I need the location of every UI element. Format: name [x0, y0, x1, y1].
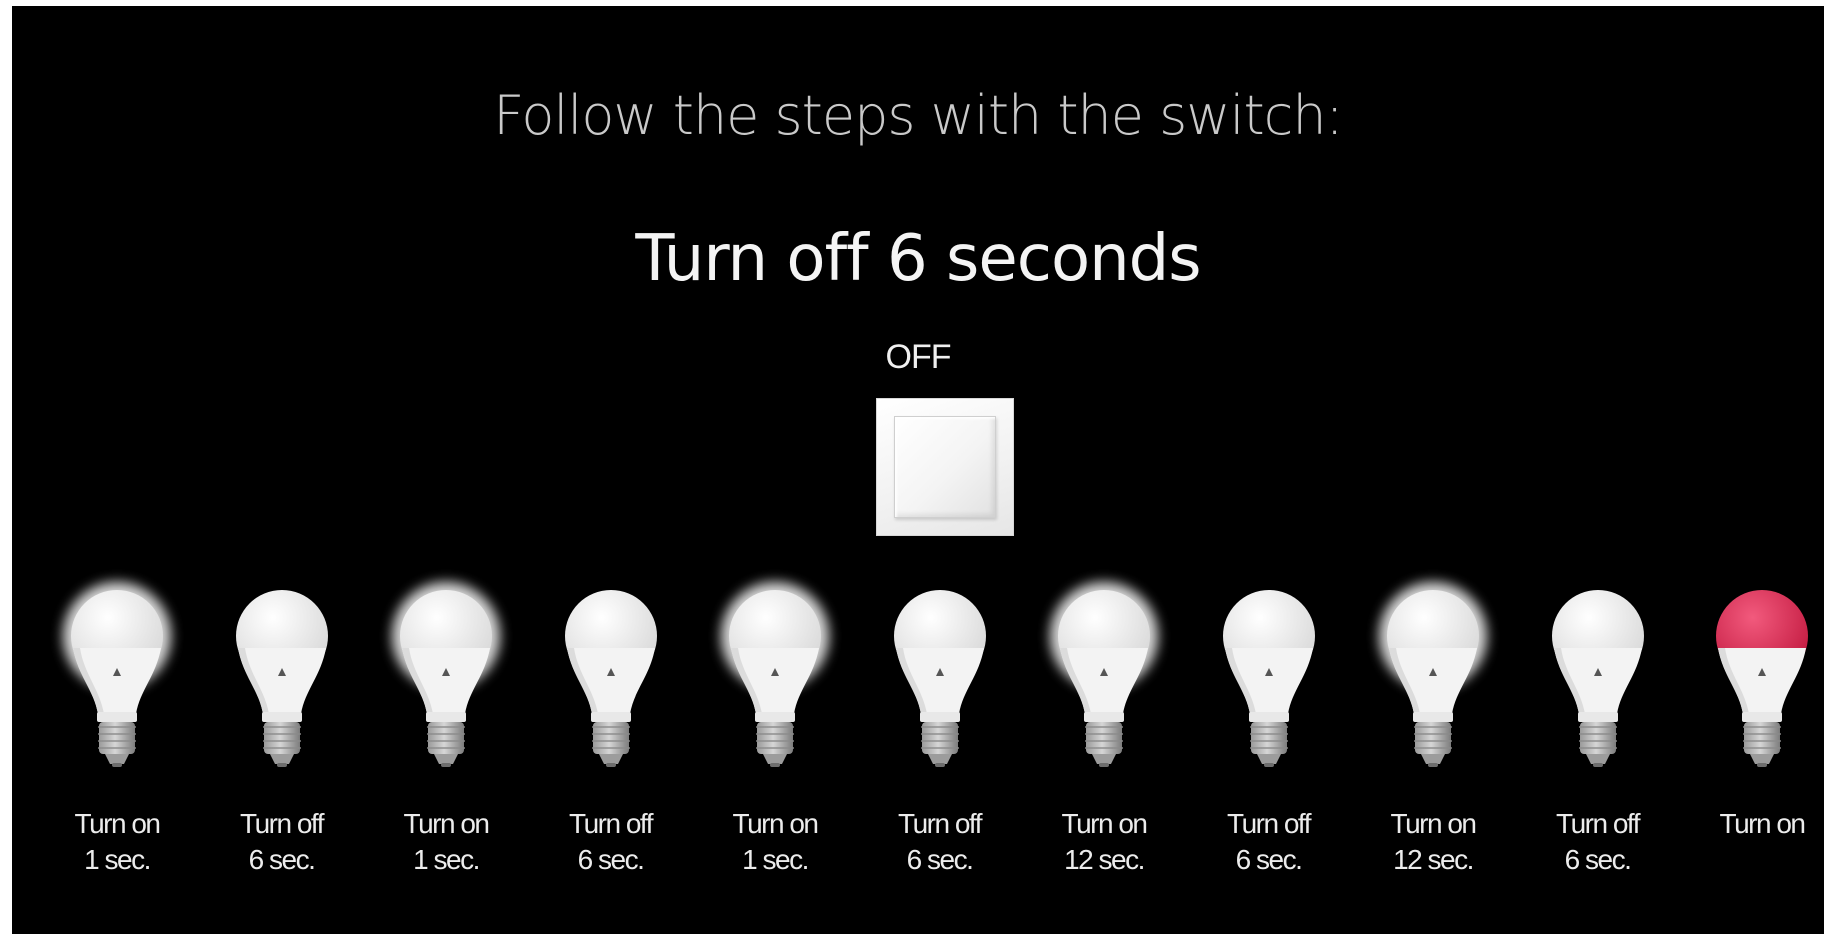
- step-action: Turn on: [732, 808, 819, 839]
- bulb-icon: [1222, 590, 1315, 767]
- bulb-icon: [1551, 590, 1644, 767]
- step-action: Turn off: [240, 808, 324, 839]
- instruction-screen: Follow the steps with the switch: Turn o…: [12, 6, 1824, 934]
- light-switch[interactable]: [876, 398, 1014, 536]
- bulb-icon: [1379, 582, 1487, 767]
- bulb-sequence: Turn on 1 sec. Turn off 6 sec. Turn on 1 sec.…: [12, 582, 1824, 886]
- bulb-step: Turn on 1 sec.: [42, 582, 192, 886]
- step-action: Turn on: [403, 808, 490, 839]
- bulb-step: Turn off 6 sec.: [207, 586, 357, 886]
- step-duration: 6 sec.: [906, 844, 974, 875]
- step-action: Turn off: [1556, 808, 1640, 839]
- step-action: Turn on: [1390, 808, 1477, 839]
- step-label: Turn off 6 sec.: [1184, 806, 1354, 878]
- step-label: Turn on 1 sec.: [361, 806, 531, 878]
- step-label: Turn off 6 sec.: [1513, 806, 1683, 878]
- step-action: Turn off: [569, 808, 653, 839]
- bulb-icon: [721, 582, 829, 767]
- step-duration: 6 sec.: [577, 844, 645, 875]
- step-duration: 6 sec.: [1235, 844, 1303, 875]
- step-duration: 1 sec.: [84, 844, 151, 875]
- bulb-step: Turn on 12 sec.: [1358, 582, 1508, 886]
- bulb-icon: [392, 582, 500, 767]
- switch-rocker[interactable]: [894, 416, 996, 518]
- switch-state-label: OFF: [885, 338, 952, 376]
- bulb-icon: [893, 590, 986, 767]
- step-action: Turn on: [1061, 808, 1148, 839]
- instruction-heading: Follow the steps with the switch:: [493, 84, 1344, 147]
- bulb-icon: [235, 590, 328, 767]
- step-duration: 1 sec.: [742, 844, 809, 875]
- step-duration: 1 sec.: [413, 844, 480, 875]
- step-label: Turn on 1 sec.: [690, 806, 860, 878]
- step-duration: 12 sec.: [1393, 844, 1474, 875]
- bulb-step: Turn on 12 sec.: [1029, 582, 1179, 886]
- bulb-icon: [564, 590, 657, 767]
- step-duration: 6 sec.: [248, 844, 316, 875]
- step-action: Turn off: [1227, 808, 1311, 839]
- step-label: Turn on 12 sec.: [1348, 806, 1518, 878]
- bulb-step: Turn on 1 sec.: [371, 582, 521, 886]
- step-action: Turn on: [74, 808, 161, 839]
- red-bulb-icon: [1716, 590, 1808, 767]
- step-label: Turn on 12 sec.: [1019, 806, 1189, 878]
- bulb-step: Turn off 6 sec.: [1194, 586, 1344, 886]
- bulb-step: Turn off 6 sec.: [1523, 586, 1673, 886]
- step-action: Turn off: [898, 808, 982, 839]
- bulb-step: Turn off 6 sec.: [865, 586, 1015, 886]
- bulb-icon: [1050, 582, 1158, 767]
- step-duration: 6 sec.: [1564, 844, 1632, 875]
- step-label: Turn off 6 sec.: [526, 806, 696, 878]
- current-step-title: Turn off 6 seconds: [635, 222, 1201, 296]
- step-duration: 12 sec.: [1064, 844, 1145, 875]
- bulb-step: Turn on 1 sec.: [700, 582, 850, 886]
- step-label: Turn on 1 sec.: [32, 806, 202, 878]
- bulb-icon: [63, 582, 171, 767]
- step-label: Turn off 6 sec.: [197, 806, 367, 878]
- step-action: Turn on: [1719, 808, 1806, 839]
- step-label: Turn off 6 sec.: [855, 806, 1025, 878]
- step-label: Turn on: [1677, 806, 1824, 842]
- bulb-step: Turn on: [1687, 586, 1824, 886]
- bulb-step: Turn off 6 sec.: [536, 586, 686, 886]
